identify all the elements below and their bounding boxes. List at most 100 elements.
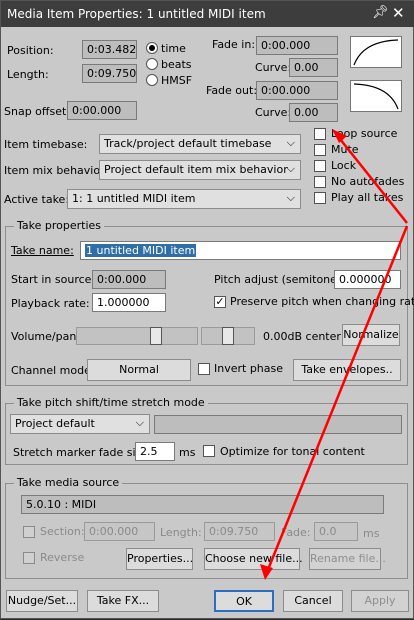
curve-in-field[interactable]: 0.00 — [289, 58, 338, 77]
fade-in-label: Fade in: — [212, 38, 256, 51]
stretch-fade-unit: ms — [179, 446, 196, 459]
length-field[interactable]: 0:09.750 — [82, 64, 137, 83]
no-autofades-checkbox[interactable] — [314, 176, 326, 188]
snap-offset-label: Snap offset: — [4, 105, 70, 118]
section-fade-label: Fade: — [281, 526, 311, 539]
volume-pan-label: Volume/pan: — [11, 330, 81, 343]
take-name-field[interactable]: 1 untitled MIDI item — [80, 241, 401, 260]
item-mix-select[interactable]: Project default item mix behavior ⌵ — [99, 160, 301, 180]
volume-slider-thumb[interactable] — [150, 327, 162, 345]
cancel-button[interactable]: Cancel — [283, 590, 343, 612]
take-name-value: 1 untitled MIDI item — [85, 244, 197, 257]
radio-beats[interactable] — [146, 58, 158, 70]
stretch-mode-select[interactable]: Project default ⌵ — [10, 414, 150, 434]
media-item-properties-dialog: Media Item Properties: 1 untitled MIDI i… — [0, 0, 414, 619]
chevron-down-icon: ⌵ — [135, 416, 144, 429]
play-all-takes-label: Play all takes — [331, 191, 404, 204]
fade-in-field[interactable]: 0:00.000 — [256, 36, 338, 55]
section-fade-unit: ms — [363, 527, 380, 540]
stretch-fade-label: Stretch marker fade size: — [13, 446, 152, 459]
chevron-down-icon: ⌵ — [286, 162, 295, 175]
section-checkbox[interactable] — [23, 526, 35, 538]
pitch-adjust-field[interactable]: 0.000000 — [334, 270, 401, 289]
invert-phase-checkbox[interactable] — [198, 363, 210, 375]
apply-button[interactable]: Apply — [351, 590, 409, 612]
mute-checkbox[interactable] — [314, 144, 326, 156]
take-fx-button[interactable]: Take FX... — [87, 590, 159, 612]
loop-source-label: Loop source — [331, 127, 398, 140]
tonal-label: Optimize for tonal content — [220, 445, 365, 458]
chevron-down-icon: ⌵ — [286, 136, 295, 149]
rename-file-button[interactable]: Rename file... — [309, 548, 386, 570]
curve-in-label: Curve: — [255, 61, 292, 74]
nudge-set-button[interactable]: Nudge/Set... — [6, 590, 78, 612]
volume-slider[interactable] — [76, 327, 198, 345]
fade-out-shape-button[interactable] — [350, 80, 402, 112]
active-take-value: 1: 1 untitled MIDI item — [72, 192, 196, 205]
fade-out-label: Fade out: — [206, 84, 258, 97]
curve-out-label: Curve: — [255, 106, 292, 119]
playback-rate-field[interactable]: 1.000000 — [92, 293, 166, 312]
position-label: Position: — [7, 44, 54, 57]
radio-hmsf[interactable] — [146, 74, 158, 86]
reverse-label: Reverse — [40, 551, 85, 564]
no-autofades-label: No autofades — [331, 175, 405, 188]
normalize-button[interactable]: Normalize — [342, 324, 400, 346]
stretch-fade-field[interactable]: 2.5 — [135, 442, 175, 461]
media-source-field[interactable]: 5.0.10 : MIDI — [21, 495, 384, 514]
section-label: Section: — [40, 525, 85, 538]
playback-rate-label: Playback rate: — [11, 297, 90, 310]
take-envelopes-button[interactable]: Take envelopes.. — [293, 359, 401, 381]
item-mix-value: Project default item mix behavior — [104, 163, 288, 176]
close-icon[interactable]: ✕ — [392, 4, 405, 22]
loop-source-checkbox[interactable] — [314, 128, 326, 140]
radio-time[interactable] — [146, 42, 158, 54]
item-timebase-value: Track/project default timebase — [104, 137, 272, 150]
pan-slider-thumb[interactable] — [222, 327, 234, 345]
window-title: Media Item Properties: 1 untitled MIDI i… — [7, 7, 266, 21]
fade-in-shape-button[interactable] — [350, 36, 402, 68]
section-start-field[interactable]: 0:00.000 — [84, 522, 155, 541]
active-take-label: Active take: — [4, 193, 70, 206]
pitch-adjust-label: Pitch adjust (semitones): — [214, 273, 351, 286]
stretch-mode-value: Project default — [15, 417, 95, 430]
reverse-checkbox[interactable] — [23, 552, 35, 564]
snap-offset-field[interactable]: 0:00.000 — [67, 101, 137, 120]
fade-out-field[interactable]: 0:00.000 — [256, 81, 338, 100]
mute-label: Mute — [331, 143, 359, 156]
active-take-select[interactable]: 1: 1 untitled MIDI item ⌵ — [67, 189, 301, 209]
section-length-label: Length: — [160, 526, 202, 539]
curve-out-field[interactable]: 0.00 — [289, 103, 338, 122]
choose-new-file-button[interactable]: Choose new file... — [204, 548, 303, 570]
section-length-field[interactable]: 0:09.750 — [204, 522, 275, 541]
item-timebase-select[interactable]: Track/project default timebase ⌵ — [99, 134, 301, 154]
lock-label: Lock — [331, 159, 357, 172]
volume-pan-readout: 0.00dB center — [263, 330, 341, 343]
ok-button[interactable]: OK — [214, 590, 274, 612]
stretch-submode-select[interactable] — [154, 415, 402, 434]
preserve-pitch-checkbox[interactable]: ✓ — [214, 296, 226, 308]
properties-button[interactable]: Properties... — [126, 548, 193, 570]
item-mix-label: Item mix behavior: — [4, 164, 109, 177]
preserve-pitch-label: Preserve pitch when changing rate — [230, 295, 414, 308]
length-label: Length: — [7, 68, 49, 81]
tonal-checkbox[interactable] — [203, 445, 215, 457]
take-name-label-text: Take name: — [11, 244, 74, 257]
take-properties-title: Take properties — [14, 219, 105, 232]
fade-out-curve-icon — [353, 83, 399, 110]
radio-time-label: time — [161, 42, 186, 55]
fade-in-curve-icon — [353, 39, 399, 66]
title-bar: Media Item Properties: 1 untitled MIDI i… — [1, 1, 414, 27]
channel-mode-button[interactable]: Normal — [87, 359, 191, 381]
take-name-label: Take name: — [11, 244, 74, 257]
chevron-down-icon: ⌵ — [286, 191, 295, 204]
section-fade-field[interactable]: 0.0 — [314, 522, 358, 541]
item-timebase-label: Item timebase: — [4, 138, 88, 151]
play-all-takes-checkbox[interactable] — [314, 192, 326, 204]
radio-hmsf-label: HMSF — [161, 74, 193, 87]
pin-icon[interactable]: 📌︎ — [372, 5, 389, 20]
lock-checkbox[interactable] — [314, 160, 326, 172]
start-in-source-field[interactable]: 0:00.000 — [92, 270, 166, 289]
position-field[interactable]: 0:03.482 — [82, 40, 137, 59]
media-source-title: Take media source — [14, 476, 123, 489]
